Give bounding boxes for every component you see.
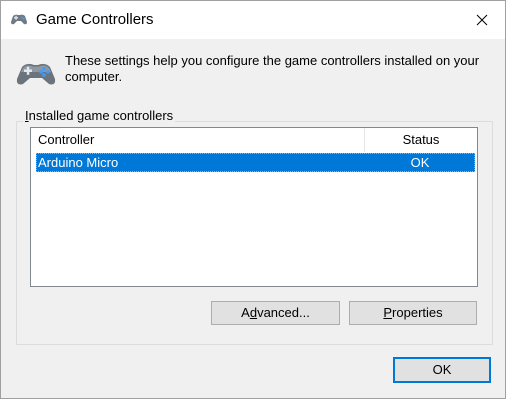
column-header-controller[interactable]: Controller — [31, 128, 365, 152]
gamepad-icon — [11, 14, 27, 25]
column-header-status[interactable]: Status — [365, 128, 477, 152]
gamepad-icon — [16, 63, 56, 85]
controllers-list[interactable]: Controller Status Arduino Micro OK — [30, 127, 478, 287]
window-title: Game Controllers — [36, 11, 154, 28]
title-bar[interactable]: Game Controllers — [1, 1, 505, 39]
dialog-body: These settings help you configure the ga… — [1, 39, 505, 398]
controller-status: OK — [410, 155, 430, 170]
game-controllers-dialog: Game Controllers These settings help you… — [0, 0, 506, 399]
list-header: Controller Status — [31, 128, 477, 152]
close-button[interactable] — [459, 1, 505, 39]
controller-name: Arduino Micro — [38, 155, 119, 170]
group-label: Installed game controllers — [23, 108, 176, 123]
advanced-button[interactable]: Advanced... — [211, 301, 340, 325]
close-icon — [476, 14, 488, 26]
list-item[interactable]: Arduino Micro OK — [36, 153, 475, 172]
properties-button[interactable]: Properties — [349, 301, 477, 325]
ok-button[interactable]: OK — [393, 357, 491, 383]
description-text: These settings help you configure the ga… — [65, 53, 480, 84]
